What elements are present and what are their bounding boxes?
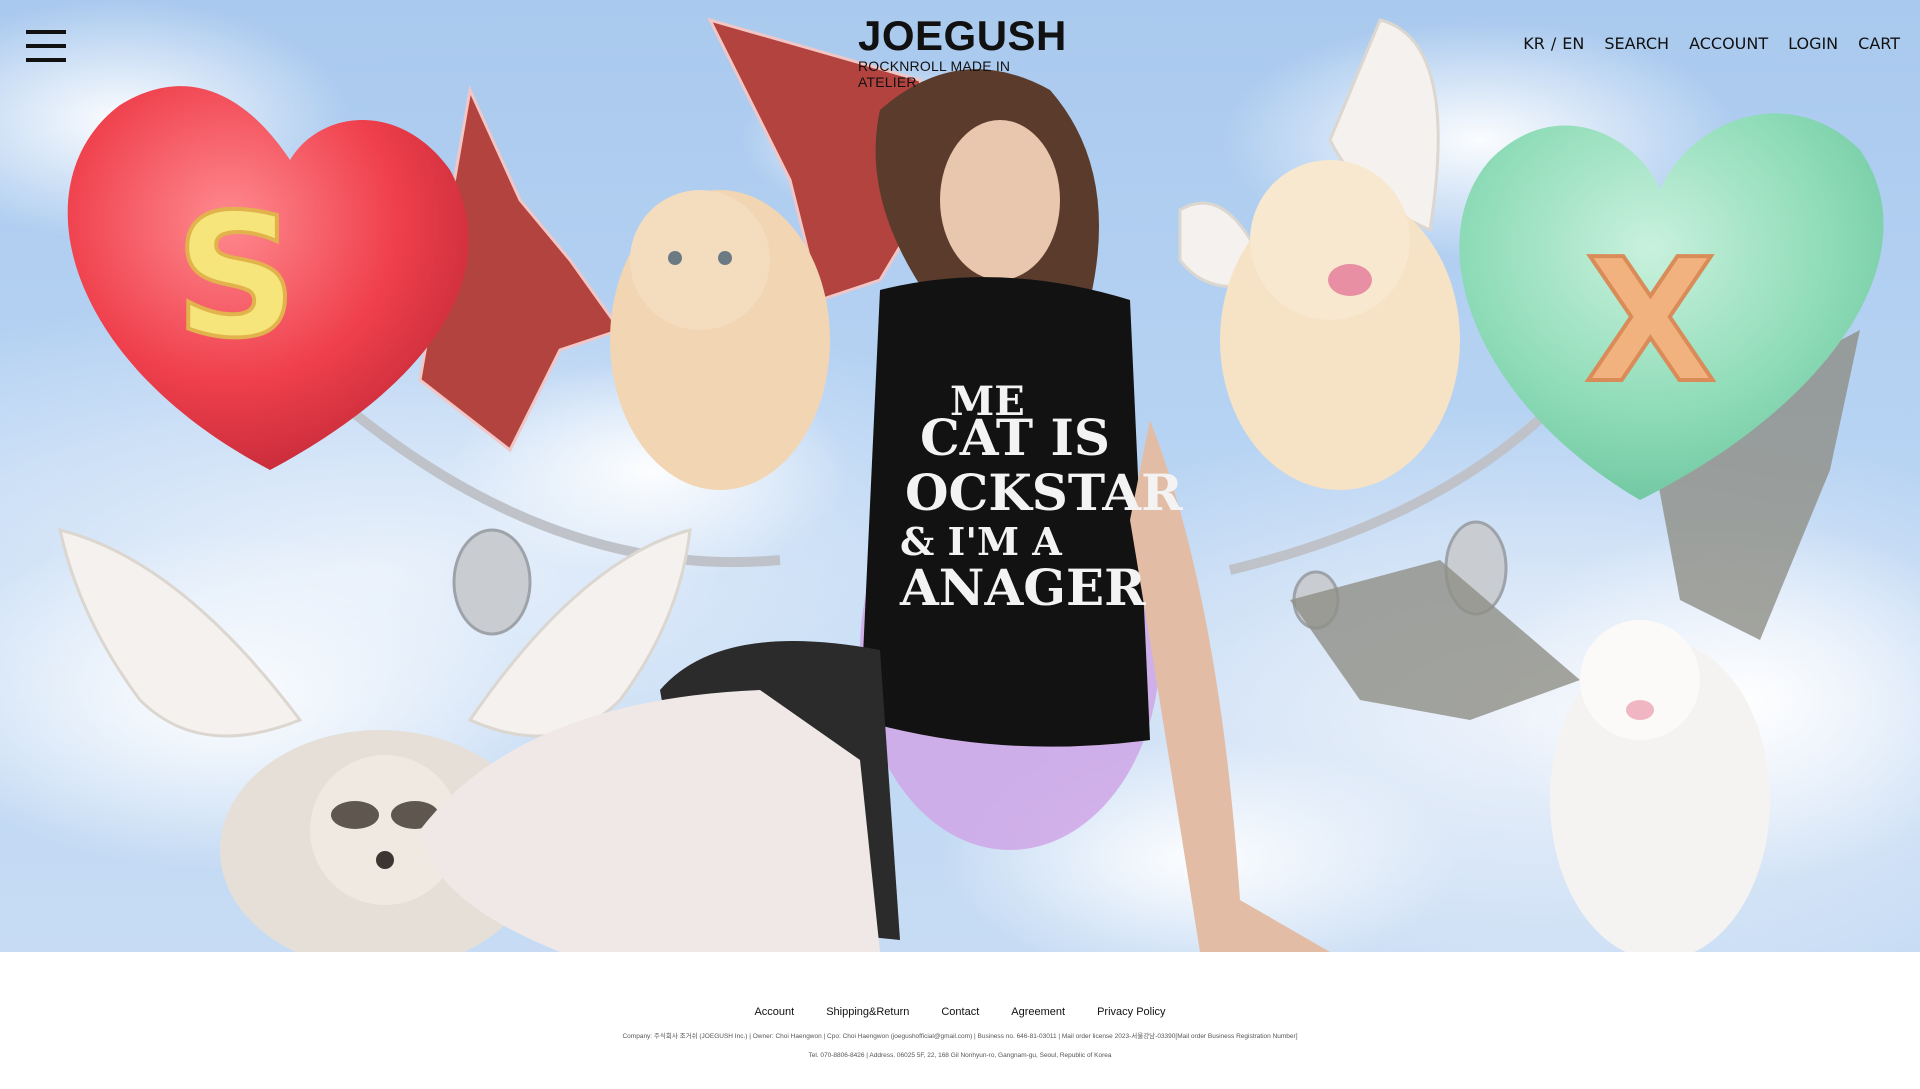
footer-link-shipping-return[interactable]: Shipping&Return: [826, 1006, 909, 1018]
lang-separator: /: [1550, 34, 1557, 53]
shirt-line: CAT IS: [920, 408, 1110, 467]
logo-tagline: ROCKNROLL MADE IN ATELIER: [858, 58, 1011, 90]
language-switcher: KR / EN: [1523, 34, 1584, 53]
lang-kr-link[interactable]: KR: [1523, 34, 1545, 53]
footer-link-account[interactable]: Account: [754, 1006, 794, 1018]
logo-title[interactable]: JOEGUSH: [858, 14, 1066, 58]
footer-link-agreement[interactable]: Agreement: [1011, 1006, 1065, 1018]
search-link[interactable]: SEARCH: [1604, 34, 1669, 53]
heart-right-letter: X: [1585, 223, 1716, 421]
footer-link-contact[interactable]: Contact: [941, 1006, 979, 1018]
logo[interactable]: JOEGUSH ROCKNROLL MADE IN ATELIER: [858, 14, 1066, 91]
footer-address-info: Tel. 070-8806-8426 | Address. 06025 5F, …: [808, 1052, 1112, 1059]
hero-illustration: ME CAT IS OCKSTAR & I'M A ANAGER S X: [0, 0, 1920, 952]
cart-link[interactable]: CART: [1858, 34, 1900, 53]
heart-left-letter: S: [175, 178, 297, 376]
menu-icon[interactable]: [26, 30, 66, 62]
site-footer: Account Shipping&Return Contact Agreemen…: [0, 952, 1920, 1089]
account-link[interactable]: ACCOUNT: [1689, 34, 1768, 53]
kitten: [610, 190, 830, 490]
footer-links: Account Shipping&Return Contact Agreemen…: [0, 1006, 1920, 1018]
site-header: JOEGUSH ROCKNROLL MADE IN ATELIER KR / E…: [0, 0, 1920, 96]
top-nav: KR / EN SEARCH ACCOUNT LOGIN CART: [1523, 34, 1900, 53]
login-link[interactable]: LOGIN: [1788, 34, 1838, 53]
lang-en-link[interactable]: EN: [1562, 34, 1584, 53]
footer-company-info: Company: 주식회사 조거쉬 (JOEGUSH Inc.) | Owner…: [622, 1033, 1298, 1040]
hero-banner[interactable]: ME CAT IS OCKSTAR & I'M A ANAGER S X: [0, 0, 1920, 952]
shirt-print: ME CAT IS OCKSTAR & I'M A ANAGER: [899, 378, 1183, 617]
footer-link-privacy-policy[interactable]: Privacy Policy: [1097, 1006, 1165, 1018]
shirt-line: OCKSTAR: [905, 463, 1183, 522]
shirt-line: ANAGER: [899, 558, 1146, 617]
